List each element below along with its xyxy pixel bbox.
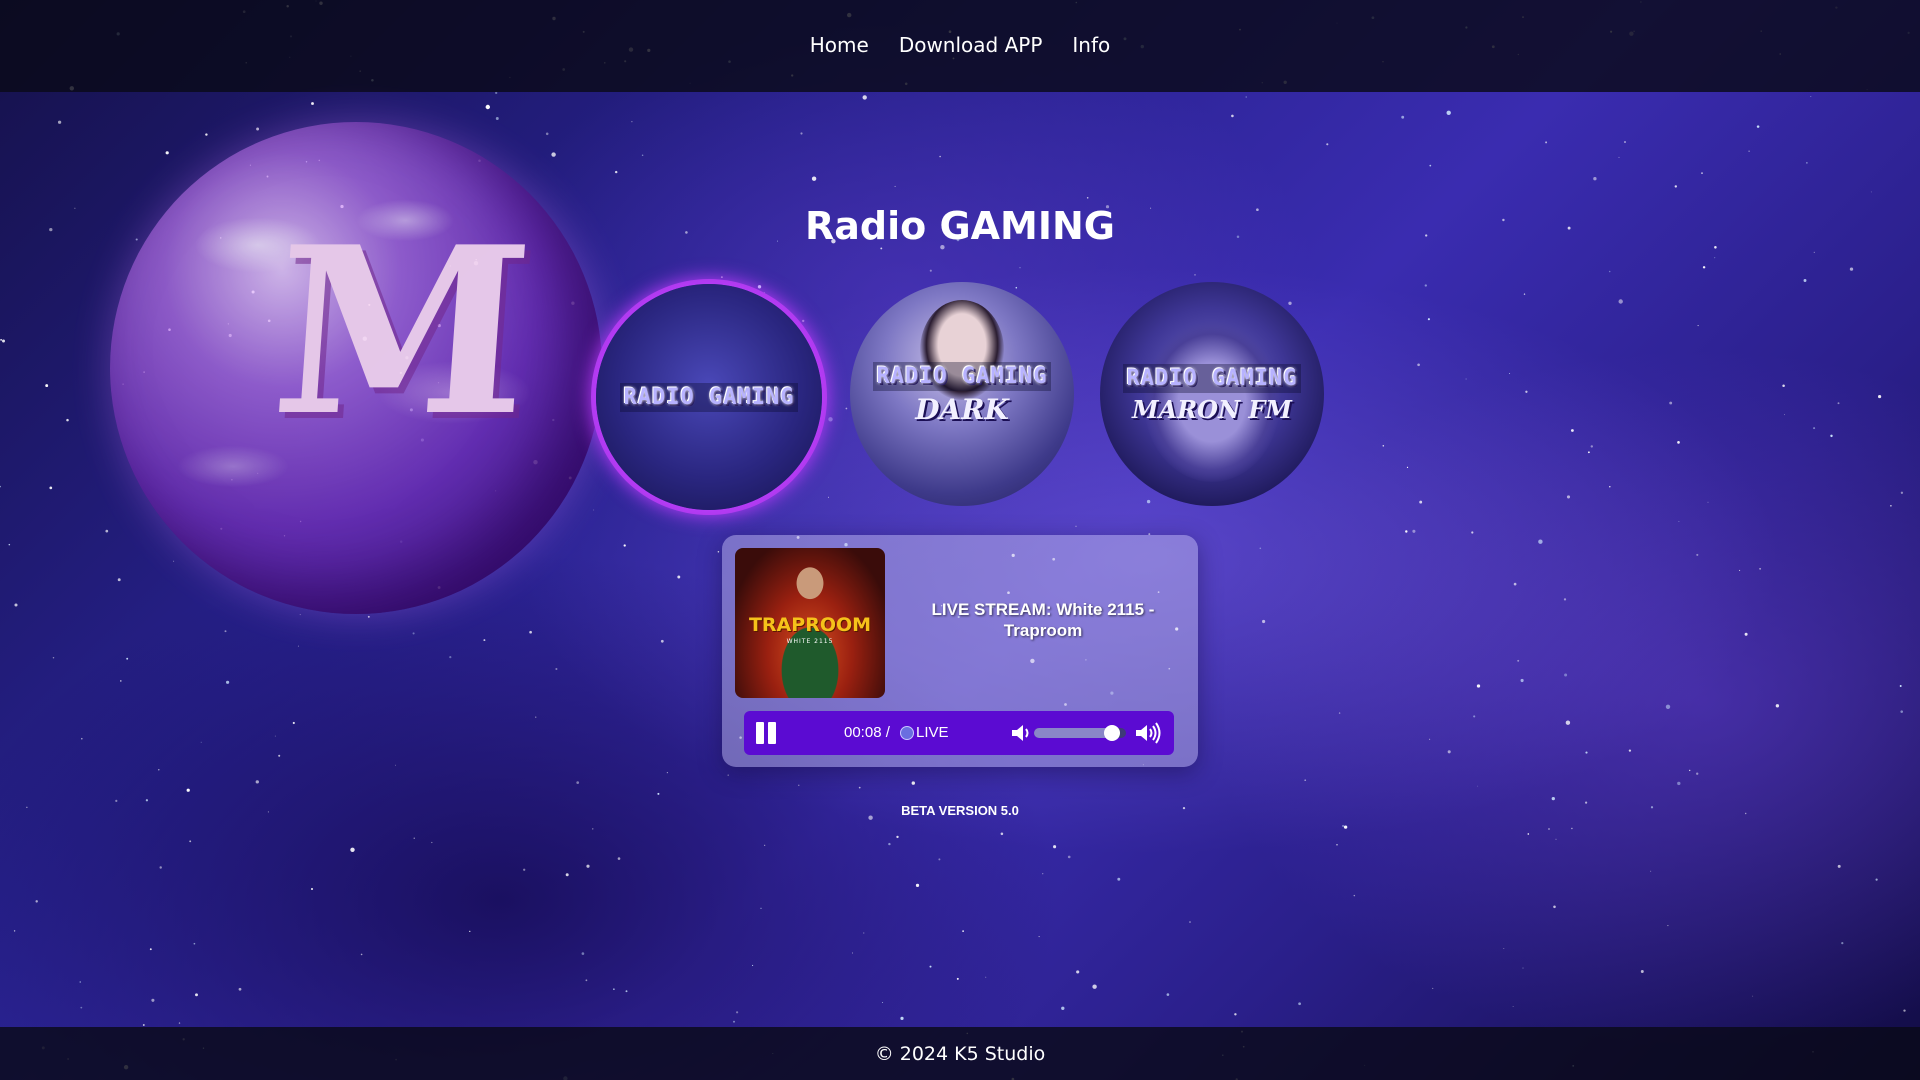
station-radio-gaming-dark[interactable]: RADIO GAMING DARK (850, 282, 1074, 506)
station-subtitle: DARK (915, 393, 1009, 426)
volume-low-icon[interactable] (1010, 722, 1032, 744)
volume-slider-handle[interactable] (1104, 725, 1121, 741)
volume-slider[interactable] (1034, 725, 1126, 741)
station-name: RADIO GAMING (619, 382, 799, 412)
audio-player-card: TRAPROOM WHITE 2115 LIVE STREAM: White 2… (722, 535, 1198, 767)
copyright-text: © 2024 K5 Studio (874, 1042, 1046, 1065)
station-name: RADIO GAMING (1122, 364, 1302, 393)
pause-icon[interactable] (754, 722, 778, 744)
volume-high-icon[interactable] (1134, 721, 1164, 745)
current-time: 00:08 / (844, 724, 890, 741)
nav-info-link[interactable]: Info (1072, 33, 1110, 59)
station-radio-gaming[interactable]: RADIO GAMING (596, 284, 822, 510)
album-cover: TRAPROOM WHITE 2115 (735, 548, 885, 698)
planet-logo-image: M (110, 122, 602, 614)
station-name: RADIO GAMING (872, 362, 1052, 391)
live-label: LIVE (916, 724, 949, 741)
logo-letter: M (265, 197, 540, 467)
top-navigation: Home Download APP Info (0, 0, 1920, 92)
player-controls: 00:08 / LIVE (744, 711, 1174, 755)
now-playing-text: LIVE STREAM: White 2115 - Traproom (931, 600, 1155, 640)
page-title: Radio GAMING (804, 204, 1115, 248)
footer: © 2024 K5 Studio (0, 1027, 1920, 1080)
nav-home-link[interactable]: Home (810, 33, 869, 59)
cover-artist: WHITE 2115 (786, 638, 834, 645)
version-label: BETA VERSION 5.0 (901, 803, 1019, 818)
volume-slider-fill (1034, 728, 1113, 738)
station-radio-gaming-maron-fm[interactable]: RADIO GAMING MARON FM (1100, 282, 1324, 506)
nav-download-app-link[interactable]: Download APP (899, 33, 1043, 59)
station-subtitle: MARON FM (1132, 395, 1292, 424)
live-indicator-dot (900, 726, 914, 740)
cover-title: TRAPROOM (748, 614, 872, 636)
